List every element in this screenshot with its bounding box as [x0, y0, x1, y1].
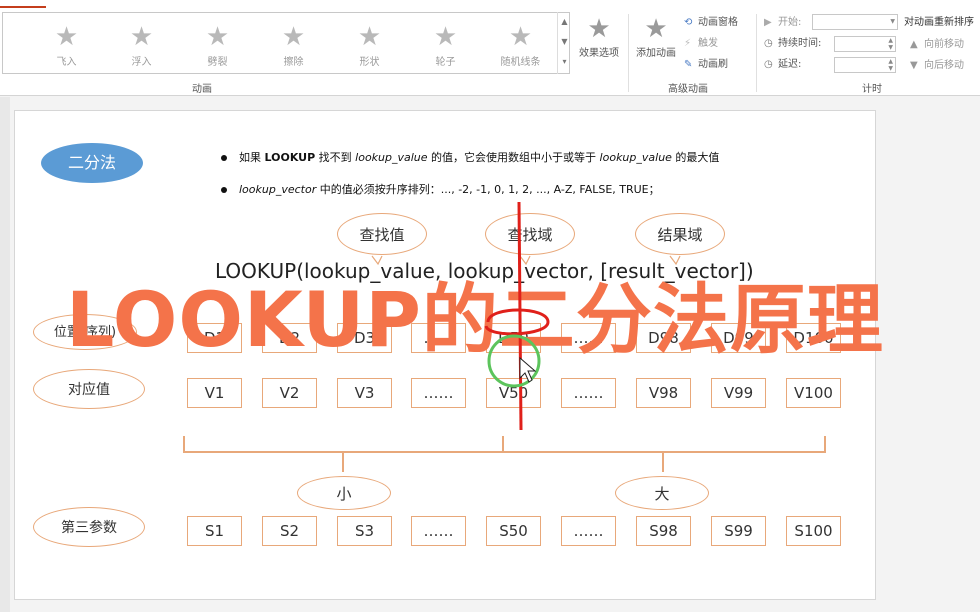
row-label-third-arg: 第三参数 [33, 507, 145, 547]
effect-split[interactable]: ★ 劈裂 [180, 13, 255, 73]
star-fly-in-icon: ★ [54, 22, 79, 52]
start-label: ▶ 开始: [764, 15, 801, 31]
duration-stepper[interactable]: ▲ ▼ [834, 36, 896, 52]
third-arg-cell: …… [561, 516, 616, 546]
overlay-title: LOOKUP的二分法原理 [66, 275, 884, 364]
effect-random-bars[interactable]: ★ 随机线条 [483, 13, 558, 73]
value-cell: V2 [262, 378, 317, 408]
value-cell: V100 [786, 378, 841, 408]
group-label-advanced: 高级动画 [668, 84, 708, 95]
trigger-button[interactable]: ⚡ 触发 [684, 36, 718, 52]
badge-binary-search: 二分法 [41, 143, 143, 183]
third-arg-cell: S100 [786, 516, 841, 546]
group-label-animation: 动画 [192, 84, 212, 95]
spin-down-icon[interactable]: ▼ [888, 44, 893, 51]
effect-options-button[interactable]: ★ 效果选项 [574, 14, 624, 59]
bullet-1: 如果 LOOKUP 找不到 lookup_value 的值，它会使用数组中小于或… [221, 149, 719, 165]
third-arg-cell: S3 [337, 516, 392, 546]
bullet-dot [221, 155, 227, 161]
delay-label: ◷ 延迟: [764, 57, 801, 73]
value-cell: …… [561, 378, 616, 408]
star-wheel-icon: ★ [433, 22, 458, 52]
callout-lookup-value: 查找值 [337, 213, 427, 255]
third-arg-cell: S50 [486, 516, 541, 546]
triangle-down-icon: ▼ [910, 60, 918, 71]
group-separator [628, 14, 629, 92]
animation-effects-gallery: ★ 飞入 ★ 浮入 ★ 劈裂 ★ 擦除 ★ 形状 ★ 轮子 ★ 随机线条 [2, 12, 570, 74]
third-arg-cell: S99 [711, 516, 766, 546]
reorder-label: 对动画重新排序 [904, 17, 974, 28]
clock-icon: ◷ [764, 38, 773, 49]
animation-painter-button[interactable]: ✎ 动画刷 [684, 57, 728, 73]
third-arg-cell: S1 [187, 516, 242, 546]
effect-wheel[interactable]: ★ 轮子 [408, 13, 483, 73]
scroll-down-icon[interactable]: ▼ [558, 32, 571, 52]
chevron-down-icon: ▼ [890, 18, 895, 25]
scroll-up-icon[interactable]: ▲ [558, 12, 571, 32]
star-split-icon: ★ [205, 22, 230, 52]
brush-icon: ✎ [684, 59, 693, 70]
tab-animation-active[interactable] [0, 0, 46, 8]
third-arg-cell: …… [411, 516, 466, 546]
add-animation-button[interactable]: ★ 添加动画 [632, 14, 680, 59]
group-separator [756, 14, 757, 92]
triangle-up-icon: ▲ [910, 39, 918, 50]
label-big: 大 [615, 476, 709, 510]
star-wipe-icon: ★ [281, 22, 306, 52]
add-star-icon: ★ [644, 14, 668, 44]
star-float-in-icon: ★ [129, 22, 154, 52]
effect-float-in[interactable]: ★ 浮入 [104, 13, 179, 73]
spin-up-icon[interactable]: ▲ [888, 37, 893, 44]
label-small: 小 [297, 476, 391, 510]
spin-up-icon[interactable]: ▲ [888, 58, 893, 65]
value-cell: V98 [636, 378, 691, 408]
value-cell: …… [411, 378, 466, 408]
gallery-more-icon[interactable]: ▾ [558, 52, 571, 72]
effect-fly-in[interactable]: ★ 飞入 [29, 13, 104, 73]
ribbon: ★ 飞入 ★ 浮入 ★ 劈裂 ★ 擦除 ★ 形状 ★ 轮子 ★ 随机线条 ▲ ▼ ▾ ★ 效果… [0, 0, 980, 96]
animation-pane-icon: ⟲ [684, 17, 693, 28]
effect-shape[interactable]: ★ 形状 [332, 13, 407, 73]
duration-label: ◷ 持续时间: [764, 36, 821, 52]
spin-down-icon[interactable]: ▼ [888, 65, 893, 72]
thumbnail-pane [0, 97, 10, 612]
row-label-value: 对应值 [33, 369, 145, 409]
third-arg-cell: S2 [262, 516, 317, 546]
bullet-2: lookup_vector 中的值必须按升序排列：..., -2, -1, 0,… [221, 181, 660, 197]
ribbon-tabs [0, 0, 980, 8]
effect-wipe[interactable]: ★ 擦除 [256, 13, 331, 73]
play-icon: ▶ [764, 17, 772, 28]
callout-lookup-vector: 查找域 [485, 213, 575, 255]
value-cell: V99 [711, 378, 766, 408]
star-shape-icon: ★ [357, 22, 382, 52]
gallery-scrollbar[interactable]: ▲ ▼ ▾ [557, 12, 571, 74]
move-later-button[interactable]: ▼ 向后移动 [910, 58, 964, 74]
value-cell: V3 [337, 378, 392, 408]
move-earlier-button[interactable]: ▲ 向前移动 [910, 37, 964, 53]
value-cell: V1 [187, 378, 242, 408]
group-label-timing: 计时 [862, 84, 882, 95]
start-dropdown[interactable]: ▼ [812, 14, 898, 30]
third-arg-cell: S98 [636, 516, 691, 546]
delay-stepper[interactable]: ▲ ▼ [834, 57, 896, 73]
value-cell: V50 [486, 378, 541, 408]
star-options-icon: ★ [587, 14, 611, 44]
animation-pane-button[interactable]: ⟲ 动画窗格 [684, 15, 738, 31]
lightning-icon: ⚡ [684, 38, 692, 49]
bullet-dot [221, 187, 227, 193]
clock-icon: ◷ [764, 59, 773, 70]
callout-result-vector: 结果域 [635, 213, 725, 255]
star-random-bars-icon: ★ [508, 22, 533, 52]
